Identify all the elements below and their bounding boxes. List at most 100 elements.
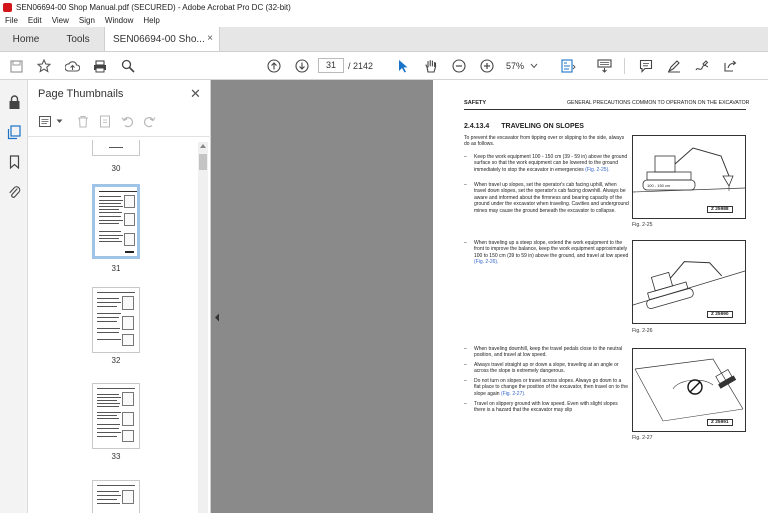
hand-icon[interactable] [423,58,439,74]
bullet-dash: – [464,378,467,384]
left-rail [0,80,28,513]
running-header-left: SAFETY [464,100,487,106]
figure-2-26: Z 25990 [632,240,746,324]
scroll-up-icon[interactable] [200,144,206,148]
print-icon[interactable] [92,58,108,74]
bullet-dash: – [464,154,467,160]
select-arrow-icon[interactable] [395,58,411,74]
chevron-down-icon[interactable] [52,114,66,128]
lock-icon[interactable] [6,94,22,110]
thumbnail-page-30[interactable] [92,140,140,156]
tab-bar: Home Tools SEN06694-00 Sho... × [0,27,768,52]
toolbar-divider [624,58,625,74]
thumbnail-label: 30 [111,164,121,173]
page-navigator: 31 / 2142 [318,58,373,73]
bullet-text: Do not turn on slopes or travel across s… [474,378,628,397]
zoom-level-select[interactable]: 57% [506,58,544,73]
figure-caption: Fig. 2-27 [632,435,653,441]
menu-sign[interactable]: Sign [74,16,100,25]
bullet-item: – Always travel straight up or down a sl… [464,362,629,375]
sign-icon[interactable] [694,58,710,74]
bullet-dash: – [464,346,467,352]
bullet-text: Always travel straight up or down a slop… [474,362,619,375]
page-total: / 2142 [348,60,374,71]
bullet-text: When traveling up a steep slope, extend … [474,240,629,259]
bullet-item: – Travel on slippery ground with low spe… [464,401,629,414]
upload-icon[interactable] [64,58,80,74]
running-header-right: GENERAL PRECAUTIONS COMMON TO OPERATION … [567,100,750,106]
tab-close-icon[interactable]: × [207,33,213,44]
thumbnail-page-31[interactable] [92,184,140,259]
menu-view[interactable]: View [47,16,74,25]
zoom-out-icon[interactable] [451,58,467,74]
section-number: 2.4.13.4 [464,123,490,130]
zoom-in-icon[interactable] [479,58,495,74]
tab-home[interactable]: Home [0,27,52,51]
save-icon[interactable] [8,58,24,74]
bullet-dash: – [464,362,467,368]
panel-title: Page Thumbnails [38,88,124,100]
scrollbar-thumb[interactable] [199,154,207,170]
bullet-text: When travel up slopes, set the operator'… [474,182,629,214]
thumbnail-page-32[interactable] [92,287,140,353]
window-title: SEN06694-00 Shop Manual.pdf (SECURED) - … [16,2,291,12]
menu-file[interactable]: File [0,16,23,25]
page-thumbnails-icon[interactable] [6,124,22,140]
bullet-dash: – [464,182,467,188]
page-up-icon[interactable] [266,58,282,74]
thumbnail-page-34[interactable] [92,480,140,513]
rotate-left-icon[interactable] [120,114,134,128]
bookmarks-icon[interactable] [6,154,22,170]
current-page-input[interactable]: 31 [318,58,344,73]
bullet-text: When traveling downhill, keep the travel… [474,346,623,359]
thumbnail-label: 32 [111,356,121,365]
header-rule [464,109,746,110]
search-icon[interactable] [120,58,136,74]
bullet-item: – Do not turn on slopes or travel across… [464,378,629,397]
thumbnail-options-bar [36,112,201,132]
bullet-text: Travel on slippery ground with low speed… [474,401,618,414]
fit-page-icon[interactable] [560,58,576,74]
highlight-icon[interactable] [666,58,682,74]
comment-icon[interactable] [638,58,654,74]
trash-icon[interactable] [76,114,90,128]
title-bar: SEN06694-00 Shop Manual.pdf (SECURED) - … [0,0,768,14]
menu-bar: File Edit View Sign Window Help [0,14,768,27]
thumbnail-page-33[interactable] [92,383,140,449]
page-down-icon[interactable] [294,58,310,74]
pdf-page: SAFETY GENERAL PRECAUTIONS COMMON TO OPE… [433,80,768,513]
bookmark-star-icon[interactable] [36,58,52,74]
menu-help[interactable]: Help [138,16,164,25]
acrobat-logo-icon [3,2,12,12]
figure-2-27: Z 25991 [632,348,746,432]
bullet-dash: – [464,240,467,246]
collapse-panel-icon[interactable] [212,305,222,329]
thumbnails-scrollbar[interactable] [198,142,208,513]
figure-code: Z 25990 [707,311,733,318]
thumbnail-label: 31 [111,264,121,273]
chevron-down-icon [530,63,538,68]
tab-document[interactable]: SEN06694-00 Sho... × [104,27,220,51]
share-icon[interactable] [722,58,738,74]
acrobat-window: SEN06694-00 Shop Manual.pdf (SECURED) - … [0,0,768,513]
intro-text: To prevent the excavator from tipping ov… [464,135,625,148]
figure-link[interactable]: (Fig. 2-27). [501,391,525,397]
toolbar: 31 / 2142 57% [0,52,768,80]
figure-link[interactable]: (Fig. 2-25). [585,167,609,173]
options-menu-icon[interactable] [38,114,52,128]
menu-window[interactable]: Window [100,16,138,25]
bullet-item: – When traveling downhill, keep the trav… [464,346,629,359]
menu-edit[interactable]: Edit [23,16,47,25]
insert-page-icon[interactable] [98,114,112,128]
attachments-icon[interactable] [6,184,22,200]
tab-tools[interactable]: Tools [52,27,104,51]
section-title: TRAVELING ON SLOPES [501,123,584,130]
keyboard-icon[interactable] [596,58,612,74]
bullet-dash: – [464,401,467,407]
panel-close-icon[interactable]: ✕ [190,86,201,102]
rotate-right-icon[interactable] [142,114,156,128]
figure-code: Z 25988 [707,206,733,213]
section-heading: 2.4.13.4 TRAVELING ON SLOPES [464,123,584,130]
figure-link[interactable]: (Fig. 2-26). [474,259,498,265]
thumbnail-label: 33 [111,452,121,461]
